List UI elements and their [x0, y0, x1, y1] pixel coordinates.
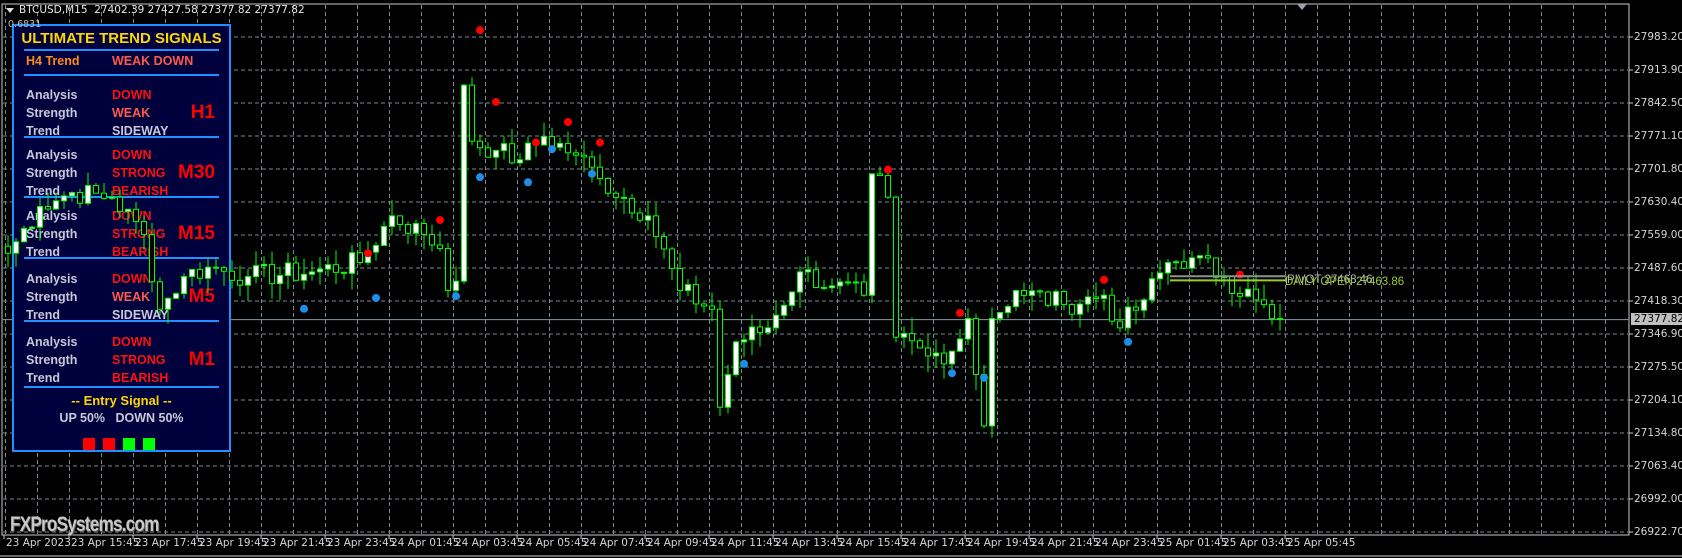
time-axis-label: 25 Apr 03:45 — [1223, 537, 1292, 549]
time-axis-label: 24 Apr 03:45 — [455, 537, 524, 549]
price-axis-label: 27630.40 — [1634, 196, 1682, 208]
time-axis-label: 23 Apr 19:45 — [199, 537, 268, 549]
entry-signal-percentages: UP 50% DOWN 50% — [14, 411, 229, 425]
price-axis-label: 27701.80 — [1634, 163, 1682, 175]
price-axis-label: 27487.60 — [1634, 262, 1682, 274]
trend-label: Trend — [26, 371, 61, 385]
chart-shift-marker-icon[interactable] — [1297, 4, 1307, 10]
price-axis-label: 27346.90 — [1634, 328, 1682, 340]
time-axis-label: 24 Apr 13:45 — [775, 537, 844, 549]
m5-analysis-value: DOWN — [112, 272, 152, 286]
divider — [24, 49, 219, 51]
trend-signals-panel: ULTIMATE TREND SIGNALS H4 Trend WEAK DOW… — [12, 24, 231, 452]
h4-trend-label: H4 Trend — [26, 54, 80, 68]
divider — [24, 74, 219, 76]
analysis-label: Analysis — [26, 209, 78, 223]
timeframe-label-m1: M1 — [188, 349, 215, 370]
divider — [24, 320, 219, 322]
analysis-label: Analysis — [26, 88, 78, 102]
price-axis-label: 27842.50 — [1634, 97, 1682, 109]
strength-label: Strength — [26, 353, 78, 367]
time-axis-label: 23 Apr 21:45 — [263, 537, 332, 549]
chart-frame — [1, 3, 1630, 536]
price-axis-label: 27134.80 — [1634, 427, 1682, 439]
m15-strength-value: STRONG — [112, 227, 166, 241]
time-axis-label: 23 Apr 15:45 — [71, 537, 140, 549]
m30-analysis-value: DOWN — [112, 148, 152, 162]
h1-strength-value: WEAK — [112, 106, 151, 120]
daily-open-label: DAILY OPEN 27463.86 — [1285, 276, 1405, 288]
h1-analysis-value: DOWN — [112, 88, 152, 102]
time-axis-label: 23 Apr 17:45 — [135, 537, 204, 549]
up-percent: UP 50% — [59, 411, 106, 425]
price-axis-label: 27063.40 — [1634, 460, 1682, 472]
price-axis-label: 26992.00 — [1634, 493, 1682, 505]
timeframe-label-m30: M30 — [178, 162, 215, 183]
m1-analysis-value: DOWN — [112, 335, 152, 349]
analysis-label: Analysis — [26, 148, 78, 162]
watermark-logo: FXProSystems.com — [10, 513, 159, 536]
analysis-label: Analysis — [26, 335, 78, 349]
m15-analysis-value: DOWN — [112, 209, 152, 223]
timeframe-label-m15: M15 — [178, 223, 215, 244]
m1-strength-value: STRONG — [112, 353, 166, 367]
m30-strength-value: STRONG — [112, 166, 166, 180]
current-price-label: 27377.82 — [1631, 313, 1682, 325]
divider — [24, 136, 219, 138]
price-axis-label: 27559.00 — [1634, 229, 1682, 241]
price-axis-label: 27418.30 — [1634, 295, 1682, 307]
strength-label: Strength — [26, 166, 78, 180]
analysis-label: Analysis — [26, 272, 78, 286]
chart-grid — [0, 3, 1682, 557]
m1-trend-value: BEARISH — [112, 371, 169, 385]
timeframe-label-h1: H1 — [190, 102, 215, 123]
entry-signal-title: -- Entry Signal -- — [71, 393, 172, 408]
h4-trend-value: WEAK DOWN — [112, 54, 194, 68]
strength-label: Strength — [26, 227, 78, 241]
signal-square — [123, 438, 135, 450]
time-axis-label: 23 Apr 23:45 — [327, 537, 396, 549]
chart-header: BTCUSD,M15 27402.39 27427.58 27377.82 27… — [6, 4, 305, 16]
signal-square — [103, 438, 115, 450]
time-axis-label: 24 Apr 23:45 — [1095, 537, 1164, 549]
m5-strength-value: WEAK — [112, 290, 151, 304]
panel-title: ULTIMATE TREND SIGNALS — [21, 30, 222, 47]
time-axis-label: 24 Apr 21:45 — [1031, 537, 1100, 549]
ohlc-values: 27402.39 27427.58 27377.82 27377.82 — [94, 4, 305, 16]
dropdown-triangle-icon[interactable] — [6, 7, 14, 13]
strength-label: Strength — [26, 290, 78, 304]
time-axis-label: 25 Apr 05:45 — [1287, 537, 1356, 549]
timeframe-label-m5: M5 — [188, 286, 215, 307]
time-axis-label: 23 Apr 2023 — [6, 537, 71, 549]
divider — [24, 386, 219, 388]
symbol-label: BTCUSD,M15 — [19, 4, 88, 16]
price-axis-label: 27204.10 — [1634, 394, 1682, 406]
time-axis-label: 24 Apr 17:45 — [903, 537, 972, 549]
price-axis-label: 27913.90 — [1634, 64, 1682, 76]
down-percent: DOWN 50% — [115, 411, 184, 425]
divider — [24, 257, 219, 259]
price-axis-label: 27275.50 — [1634, 361, 1682, 373]
time-axis-label: 24 Apr 19:45 — [967, 537, 1036, 549]
time-axis-label: 24 Apr 09:45 — [647, 537, 716, 549]
divider — [24, 196, 219, 198]
time-axis-label: 24 Apr 01:45 — [391, 537, 460, 549]
time-axis-label: 24 Apr 05:45 — [519, 537, 588, 549]
time-axis-label: 24 Apr 11:45 — [711, 537, 780, 549]
signal-square — [83, 438, 95, 450]
strength-label: Strength — [26, 106, 78, 120]
price-axis-label: 27983.20 — [1634, 31, 1682, 43]
price-axis-label: 27771.10 — [1634, 130, 1682, 142]
time-axis-label: 24 Apr 07:45 — [583, 537, 652, 549]
time-axis-label: 25 Apr 01:45 — [1159, 537, 1228, 549]
time-axis-label: 24 Apr 15:45 — [839, 537, 908, 549]
price-axis-label: 26922.70 — [1634, 526, 1682, 538]
indicator-value: 0.6831 — [8, 19, 42, 30]
signal-square — [143, 438, 155, 450]
